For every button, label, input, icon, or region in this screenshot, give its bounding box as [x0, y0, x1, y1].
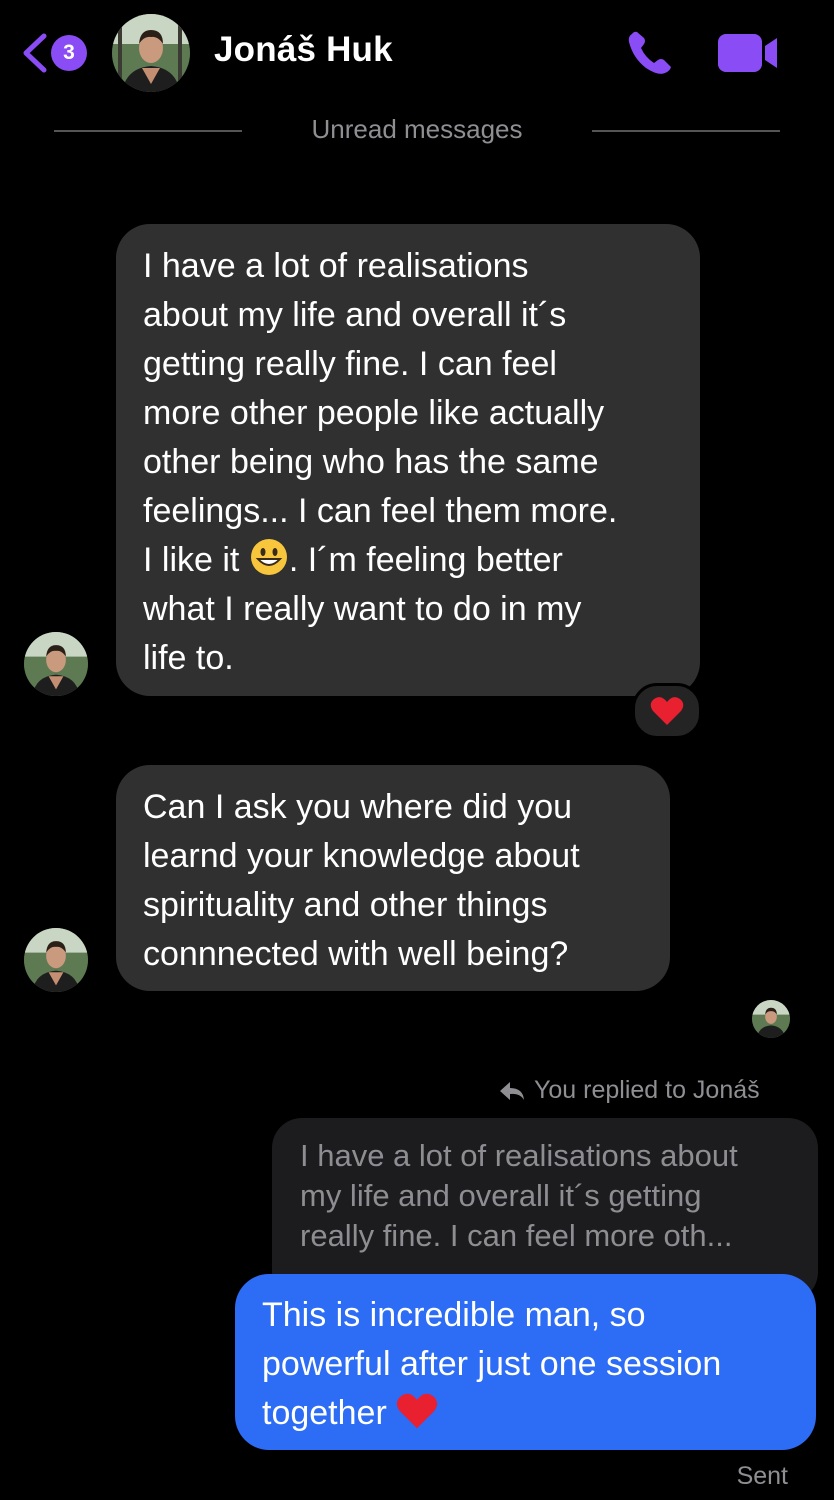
outgoing-message-bubble[interactable]: This is incredible man, so powerful afte… [235, 1274, 816, 1450]
reply-label-text: You replied to Jonáš [534, 1076, 760, 1104]
unread-count-badge[interactable]: 3 [51, 35, 87, 71]
grinning-face-icon [250, 539, 287, 575]
sender-avatar[interactable] [24, 632, 88, 696]
video-call-icon[interactable] [716, 30, 780, 76]
reply-arrow-icon [500, 1081, 524, 1100]
sent-status: Sent [736, 1462, 788, 1490]
heart-reaction[interactable] [632, 683, 702, 739]
red-heart-icon [397, 1393, 438, 1429]
unread-messages-divider: Unread messages [311, 114, 523, 144]
contact-name[interactable]: Jonáš Huk [214, 30, 393, 70]
incoming-message-bubble[interactable]: Can I ask you where did you learnd your … [116, 765, 670, 991]
red-heart-icon [650, 697, 684, 725]
quoted-text: I have a lot of realisations about my li… [300, 1138, 738, 1253]
incoming-message-bubble[interactable]: I have a lot of realisations about my li… [116, 224, 700, 696]
seen-receipt-avatar [752, 1000, 790, 1038]
sender-avatar[interactable] [24, 928, 88, 992]
reply-context-label: You replied to Jonáš [498, 1076, 760, 1105]
message-text: This is incredible man, so powerful afte… [262, 1296, 722, 1432]
message-text: Can I ask you where did you learnd your … [143, 788, 580, 973]
contact-avatar[interactable] [112, 14, 190, 92]
phone-call-icon[interactable] [624, 28, 678, 78]
divider-line-left [54, 130, 242, 132]
message-text: I have a lot of realisations about my li… [143, 247, 618, 579]
divider-line-right [592, 130, 780, 132]
back-chevron-icon[interactable] [18, 32, 52, 74]
